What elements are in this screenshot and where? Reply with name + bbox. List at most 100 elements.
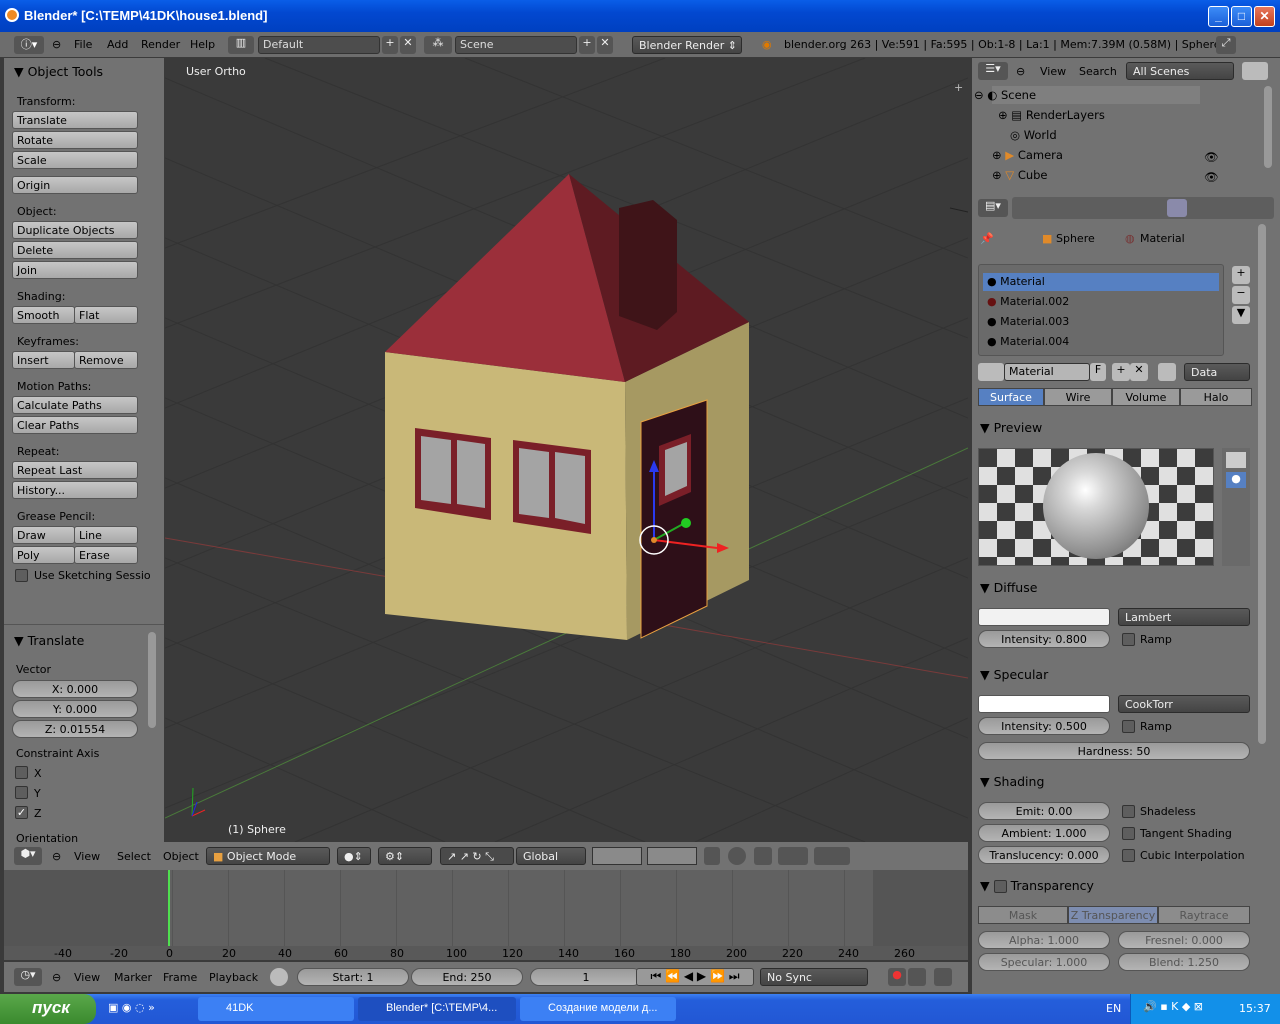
timeline[interactable]: -40 -20 0 20 40 60 80 100 120 140 160 180 200 220 240 2… bbox=[4, 870, 968, 960]
remove-scene-icon[interactable]: ✕ bbox=[597, 36, 613, 54]
scene-field[interactable]: Scene bbox=[455, 36, 577, 54]
remove-slot-button[interactable]: − bbox=[1232, 286, 1250, 304]
outliner-filter-dropdown[interactable]: All Scenes bbox=[1126, 62, 1234, 80]
alpha-field[interactable]: Alpha: 1.000 bbox=[978, 931, 1110, 949]
layers-grid-b[interactable] bbox=[647, 847, 697, 865]
collapse-icon[interactable]: ⊖ bbox=[52, 38, 61, 51]
constraint-x-checkbox[interactable] bbox=[15, 766, 28, 779]
flat-button[interactable]: Flat bbox=[74, 306, 138, 324]
menu-help[interactable]: Help bbox=[190, 38, 215, 51]
material-link-dropdown[interactable]: Data bbox=[1184, 363, 1250, 381]
close-button[interactable]: ✕ bbox=[1254, 6, 1275, 27]
menu-add[interactable]: Add bbox=[107, 38, 128, 51]
tab-z-transparency[interactable]: Z Transparency bbox=[1068, 906, 1158, 924]
blend-field[interactable]: Blend: 1.250 bbox=[1118, 953, 1250, 971]
material-slot-0[interactable]: ● Material bbox=[987, 275, 1045, 288]
tab-volume[interactable]: Volume bbox=[1112, 388, 1180, 406]
properties-editor-type-icon[interactable]: ▤▾ bbox=[978, 199, 1008, 217]
material-slot-1[interactable]: ● Material.002 bbox=[987, 295, 1069, 308]
fresnel-field[interactable]: Fresnel: 0.000 bbox=[1118, 931, 1250, 949]
tab-wire[interactable]: Wire bbox=[1044, 388, 1112, 406]
add-screen-icon[interactable]: + bbox=[382, 36, 398, 54]
scene-icon[interactable]: ⁂ bbox=[424, 36, 452, 54]
start-frame-field[interactable]: Start: 1 bbox=[297, 968, 409, 986]
keyframe-icon[interactable] bbox=[934, 968, 952, 986]
calculate-paths-button[interactable]: Calculate Paths bbox=[12, 396, 138, 414]
hardness-field[interactable]: Hardness: 50 bbox=[978, 742, 1250, 760]
menu-view[interactable]: View bbox=[74, 971, 100, 984]
timeline-editor-type-icon[interactable]: ◷▾ bbox=[14, 968, 42, 986]
material-slot-list[interactable]: ● Material ● Material.002 ● Material.003… bbox=[978, 264, 1224, 356]
object-tools-header[interactable]: ▼ Object Tools bbox=[14, 64, 103, 79]
outliner-item-world[interactable]: ◎ World bbox=[1010, 128, 1057, 142]
menu-playback[interactable]: Playback bbox=[209, 971, 258, 984]
tab-raytrace[interactable]: Raytrace bbox=[1158, 906, 1250, 924]
collapse-icon[interactable]: ⊖ bbox=[52, 971, 61, 984]
pin-icon[interactable]: 📌 bbox=[980, 232, 994, 245]
constraint-y-checkbox[interactable] bbox=[15, 786, 28, 799]
diffuse-panel-header[interactable]: ▼ Diffuse bbox=[980, 580, 1037, 595]
playback-controls[interactable]: ⏮ ⏪ ◀ ▶ ⏩ ⏭ bbox=[636, 968, 754, 986]
outliner-editor-type-icon[interactable]: ☰▾ bbox=[978, 62, 1008, 80]
duplicate-objects-button[interactable]: Duplicate Objects bbox=[12, 221, 138, 239]
proportional-edit-icon[interactable] bbox=[728, 847, 746, 865]
outliner-item-cube[interactable]: ⊕ ▽ Cube bbox=[992, 168, 1048, 182]
visibility-icon[interactable]: 👁 bbox=[1204, 150, 1219, 164]
current-frame-marker[interactable] bbox=[168, 870, 170, 946]
specular-panel-header[interactable]: ▼ Specular bbox=[980, 667, 1048, 682]
tab-mask[interactable]: Mask bbox=[978, 906, 1068, 924]
preview-type-buttons[interactable]: ● bbox=[1222, 448, 1250, 566]
layers-grid-a[interactable] bbox=[592, 847, 642, 865]
screen-layout-field[interactable]: Default bbox=[258, 36, 380, 54]
menu-object[interactable]: Object bbox=[163, 850, 199, 863]
outliner-item-renderlayers[interactable]: ⊕ ▤ RenderLayers bbox=[998, 108, 1105, 122]
transform-orientation-dropdown[interactable]: Global bbox=[516, 847, 586, 865]
tangent-shading-checkbox[interactable] bbox=[1122, 827, 1135, 840]
transparency-specular-field[interactable]: Specular: 1.000 bbox=[978, 953, 1110, 971]
fullscreen-icon[interactable]: ⤢ bbox=[1216, 36, 1236, 54]
insert-keyframe-button[interactable]: Insert bbox=[12, 351, 75, 369]
material-browse-icon[interactable] bbox=[978, 363, 1004, 381]
quick-launch-icons[interactable]: ▣ ◉ ◌ » bbox=[108, 1001, 155, 1014]
current-frame-field[interactable]: 1 bbox=[530, 968, 642, 986]
menu-render[interactable]: Render bbox=[141, 38, 180, 51]
tab-surface[interactable]: Surface bbox=[978, 388, 1044, 406]
unlink-material-button[interactable]: ✕ bbox=[1130, 363, 1148, 381]
task-document[interactable]: Создание модели д... bbox=[520, 997, 676, 1021]
keying-icon[interactable] bbox=[908, 968, 926, 986]
task-blender[interactable]: Blender* [C:\TEMP\4... bbox=[358, 997, 516, 1021]
history-button[interactable]: History... bbox=[12, 481, 138, 499]
cubic-interpolation-checkbox[interactable] bbox=[1122, 849, 1135, 862]
outliner-item-scene[interactable]: ⊖ ◐ Scene bbox=[974, 88, 1036, 102]
material-name-field[interactable]: Material bbox=[1004, 363, 1090, 381]
material-tab-icon[interactable] bbox=[1167, 199, 1187, 217]
remove-screen-icon[interactable]: ✕ bbox=[400, 36, 416, 54]
vector-z-field[interactable]: Z: 0.01554 bbox=[12, 720, 138, 738]
preview-range-icon[interactable] bbox=[270, 968, 288, 986]
slot-menu-button[interactable]: ▼ bbox=[1232, 306, 1250, 324]
scale-button[interactable]: Scale bbox=[12, 151, 138, 169]
menu-frame[interactable]: Frame bbox=[163, 971, 197, 984]
shading-panel-header[interactable]: ▼ Shading bbox=[980, 774, 1044, 789]
scrollbar[interactable] bbox=[148, 632, 156, 728]
add-scene-icon[interactable]: + bbox=[579, 36, 595, 54]
diffuse-intensity-slider[interactable]: Intensity: 0.800 bbox=[978, 630, 1110, 648]
outliner-menu-search[interactable]: Search bbox=[1079, 65, 1117, 78]
translucency-field[interactable]: Translucency: 0.000 bbox=[978, 846, 1110, 864]
delete-button[interactable]: Delete bbox=[12, 241, 138, 259]
properties-scrollbar[interactable] bbox=[1258, 224, 1266, 744]
snap-element-dropdown[interactable] bbox=[778, 847, 808, 865]
preview-panel-header[interactable]: ▼ Preview bbox=[980, 420, 1042, 435]
viewport-shading-dropdown[interactable]: ●⇕ bbox=[337, 847, 371, 865]
menu-marker[interactable]: Marker bbox=[114, 971, 152, 984]
menu-view[interactable]: View bbox=[74, 850, 100, 863]
tray-icons[interactable]: 🔊 ▪ K ◆ ⊠ bbox=[1143, 1000, 1203, 1013]
object-mode-dropdown[interactable]: ■ Object Mode bbox=[206, 847, 330, 865]
smooth-button[interactable]: Smooth bbox=[12, 306, 75, 324]
sync-dropdown[interactable]: No Sync bbox=[760, 968, 868, 986]
preview-sphere-icon[interactable]: ● bbox=[1226, 472, 1246, 488]
rotate-button[interactable]: Rotate bbox=[12, 131, 138, 149]
info-editor-type-icon[interactable]: ⓘ▾ bbox=[14, 36, 44, 54]
collapse-icon[interactable]: ⊖ bbox=[1016, 65, 1025, 78]
diffuse-shader-dropdown[interactable]: Lambert bbox=[1118, 608, 1250, 626]
